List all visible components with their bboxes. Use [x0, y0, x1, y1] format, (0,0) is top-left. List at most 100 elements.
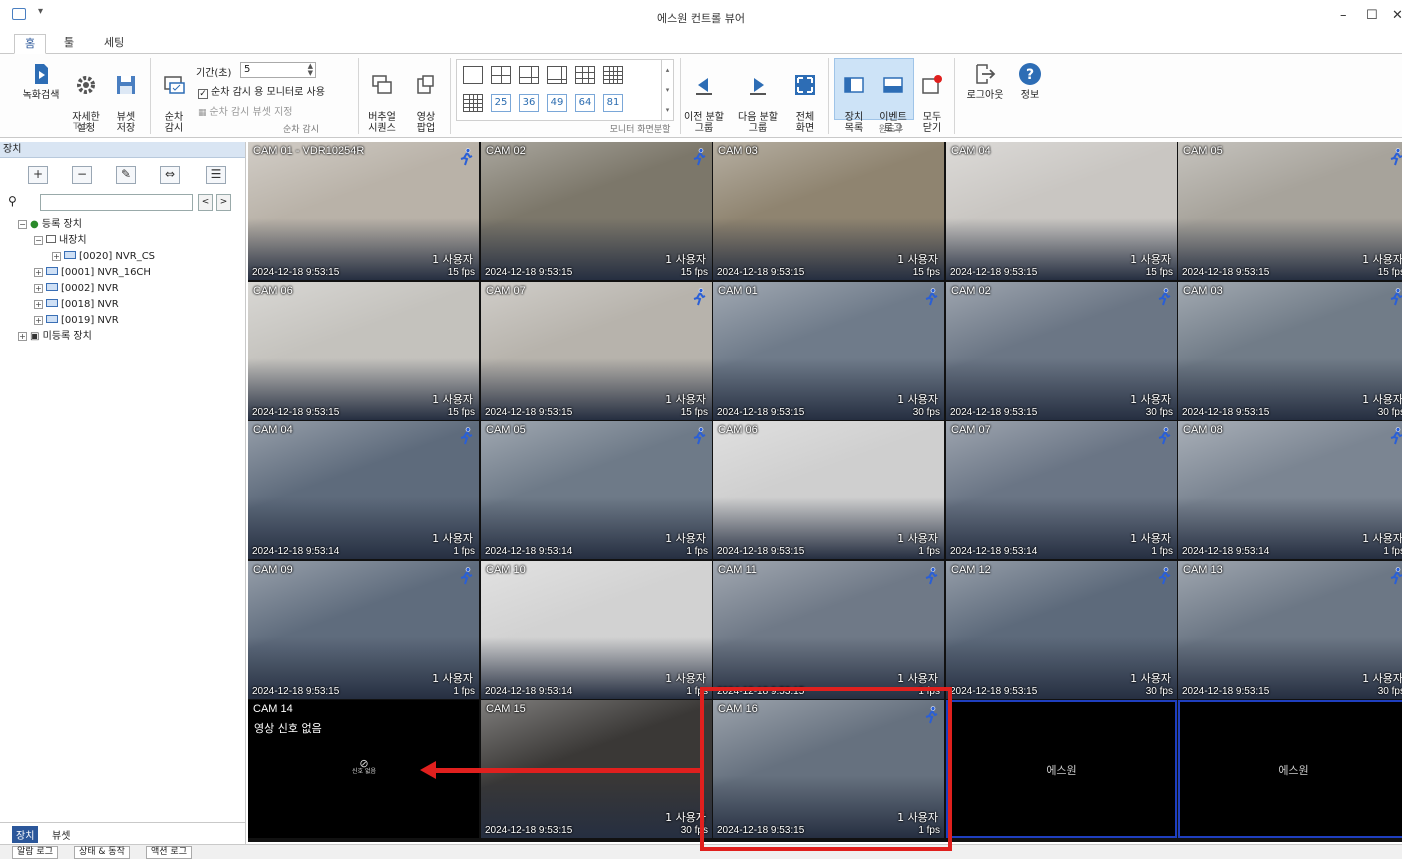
- info-button[interactable]: ? 정보: [1012, 62, 1048, 101]
- minimize-button[interactable]: –: [1340, 8, 1347, 23]
- video-tile[interactable]: CAM 04 1 사용자 2024-12-18 9:53:14 1 fps: [248, 421, 479, 559]
- empty-tile[interactable]: 에스원: [946, 700, 1177, 838]
- viewset-assign-link[interactable]: ▦ 순차 감시 뷰셋 지정: [198, 103, 293, 118]
- monitor-checkbox[interactable]: ✓ 순차 감시 용 모니터로 사용: [198, 83, 325, 99]
- add-device-button[interactable]: +: [28, 166, 48, 184]
- video-popup-button[interactable]: 영상 팝업: [408, 62, 444, 134]
- layout-1-icon[interactable]: [463, 66, 483, 84]
- expand-icon[interactable]: +: [18, 332, 27, 341]
- expand-icon[interactable]: +: [34, 284, 43, 293]
- prev-group-icon: [696, 78, 712, 95]
- tab-action-log[interactable]: 액션 로그: [146, 846, 192, 859]
- layout-49-button[interactable]: 49: [547, 94, 567, 112]
- logout-button[interactable]: 로그아웃: [960, 62, 1010, 101]
- frame-rate: 1 fps: [1151, 546, 1173, 557]
- next-group-button[interactable]: 다음 분할 그룹: [734, 62, 782, 134]
- video-tile[interactable]: CAM 07 1 사용자 2024-12-18 9:53:14 1 fps: [946, 421, 1177, 559]
- expand-icon[interactable]: +: [34, 300, 43, 309]
- collapse-icon[interactable]: −: [34, 236, 43, 245]
- video-tile[interactable]: CAM 01 1 사용자 2024-12-18 9:53:15 30 fps: [713, 282, 944, 420]
- layout-64-button[interactable]: 64: [575, 94, 595, 112]
- video-tile[interactable]: CAM 06 1 사용자 2024-12-18 9:53:15 15 fps: [248, 282, 479, 420]
- tree-item-nvr-0002[interactable]: + [0002] NVR: [34, 282, 119, 296]
- layout-16-icon[interactable]: [603, 66, 623, 84]
- layout-81-button[interactable]: 81: [603, 94, 623, 112]
- maximize-button[interactable]: ☐: [1366, 8, 1378, 23]
- tab-home[interactable]: 홈: [14, 34, 47, 54]
- fullscreen-button[interactable]: 전체 화면: [788, 62, 822, 134]
- tab-alarm-log[interactable]: 알람 로그: [12, 846, 58, 859]
- ribbon-tabs: 홈 툴 세팅: [0, 32, 1402, 54]
- expand-icon[interactable]: +: [34, 316, 43, 325]
- edit-device-button[interactable]: ✎: [116, 166, 136, 184]
- camera-name: CAM 15: [486, 703, 526, 715]
- tab-settings[interactable]: 세팅: [94, 34, 134, 54]
- layout-9-icon[interactable]: [575, 66, 595, 84]
- search-next-button[interactable]: >: [216, 194, 231, 211]
- expand-icon[interactable]: +: [52, 252, 61, 261]
- tree-item-unregistered[interactable]: + ▣ 미등록 장치: [18, 330, 92, 344]
- user-count: 1 사용자: [665, 393, 706, 406]
- tab-tool[interactable]: 툴: [54, 34, 84, 54]
- layout-8-icon[interactable]: [547, 66, 567, 84]
- period-spinner[interactable]: 5 ▲ ▼: [240, 62, 316, 78]
- empty-tile[interactable]: 에스원: [1178, 700, 1402, 838]
- search-prev-button[interactable]: <: [198, 194, 213, 211]
- layout-20-icon[interactable]: [463, 94, 483, 112]
- tab-viewsets[interactable]: 뷰셋: [48, 826, 74, 843]
- layout-36-button[interactable]: 36: [519, 94, 539, 112]
- sequence-monitor-button[interactable]: 순차 감시: [158, 62, 190, 134]
- video-tile[interactable]: CAM 05 1 사용자 2024-12-18 9:53:14 1 fps: [481, 421, 712, 559]
- video-tile[interactable]: CAM 03 1 사용자 2024-12-18 9:53:15 15 fps: [713, 142, 944, 280]
- tree-item-label: 내장치: [59, 235, 87, 246]
- video-tile[interactable]: CAM 04 1 사용자 2024-12-18 9:53:15 15 fps: [946, 142, 1177, 280]
- video-tile[interactable]: CAM 09 1 사용자 2024-12-18 9:53:15 1 fps: [248, 561, 479, 699]
- arrow-left-icon: [420, 761, 436, 779]
- expand-icon[interactable]: +: [34, 268, 43, 277]
- layout-25-button[interactable]: 25: [491, 94, 511, 112]
- sequence-icon: [164, 76, 185, 94]
- tree-item-nvr-0019[interactable]: + [0019] NVR: [34, 314, 119, 328]
- save-viewset-button[interactable]: 뷰셋 저장: [108, 62, 144, 134]
- camera-name: CAM 01 - VDR10254R: [253, 145, 365, 157]
- record-search-button[interactable]: 녹화검색: [18, 62, 64, 101]
- video-tile[interactable]: CAM 03 1 사용자 2024-12-18 9:53:15 30 fps: [1178, 282, 1402, 420]
- video-tile[interactable]: CAM 11 1 사용자 2024-12-18 9:53:15 1 fps: [713, 561, 944, 699]
- video-tile[interactable]: CAM 01 - VDR10254R 1 사용자 2024-12-18 9:53:1…: [248, 142, 479, 280]
- virtual-sequence-button[interactable]: 버추얼 시퀀스: [362, 62, 402, 134]
- video-tile[interactable]: CAM 13 1 사용자 2024-12-18 9:53:15 30 fps: [1178, 561, 1402, 699]
- tab-devices[interactable]: 장치: [12, 826, 39, 843]
- close-all-button[interactable]: 모두 닫기: [916, 62, 948, 134]
- frame-rate: 30 fps: [1377, 407, 1402, 418]
- tree-item-registered[interactable]: − ● 등록 장치: [18, 218, 82, 232]
- video-tile[interactable]: CAM 08 1 사용자 2024-12-18 9:53:14 1 fps: [1178, 421, 1402, 559]
- collapse-icon[interactable]: −: [18, 220, 27, 229]
- frame-rate: 1 fps: [453, 686, 475, 697]
- event-log-icon: [883, 77, 903, 93]
- tree-item-nvr-cs[interactable]: + [0020] NVR_CS: [52, 250, 155, 264]
- layout-6-icon[interactable]: [519, 66, 539, 84]
- remove-device-button[interactable]: −: [72, 166, 92, 184]
- video-tile[interactable]: CAM 02 1 사용자 2024-12-18 9:53:15 30 fps: [946, 282, 1177, 420]
- tree-item-nvr-0018[interactable]: + [0018] NVR: [34, 298, 119, 312]
- spinner-arrows-icon[interactable]: ▲ ▼: [308, 63, 313, 77]
- video-tile[interactable]: CAM 06 1 사용자 2024-12-18 9:53:15 1 fps: [713, 421, 944, 559]
- video-tile[interactable]: CAM 05 1 사용자 2024-12-18 9:53:15 15 fps: [1178, 142, 1402, 280]
- video-tile[interactable]: CAM 12 1 사용자 2024-12-18 9:53:15 30 fps: [946, 561, 1177, 699]
- video-tile[interactable]: CAM 02 1 사용자 2024-12-18 9:53:15 15 fps: [481, 142, 712, 280]
- close-button[interactable]: ✕: [1392, 8, 1402, 23]
- connect-device-button[interactable]: ⇔: [160, 166, 180, 184]
- logout-icon: [976, 64, 996, 84]
- video-tile[interactable]: CAM 10 1 사용자 2024-12-18 9:53:14 1 fps: [481, 561, 712, 699]
- layout-4-icon[interactable]: [491, 66, 511, 84]
- tree-item-nvr-16ch[interactable]: + [0001] NVR_16CH: [34, 266, 151, 280]
- gallery-scroll[interactable]: ▴ ▾ ▾: [661, 60, 673, 120]
- device-search-input[interactable]: [40, 194, 193, 211]
- prev-group-button[interactable]: 이전 분할 그룹: [680, 62, 728, 134]
- video-tile[interactable]: CAM 07 1 사용자 2024-12-18 9:53:15 15 fps: [481, 282, 712, 420]
- tab-status-action[interactable]: 상태 & 동작: [74, 846, 130, 859]
- checkbox-checked-icon[interactable]: ✓: [198, 89, 208, 99]
- frame-rate: 15 fps: [1377, 267, 1402, 278]
- tree-item-mydevices[interactable]: − 내장치: [34, 234, 87, 248]
- device-options-button[interactable]: ☰: [206, 166, 226, 184]
